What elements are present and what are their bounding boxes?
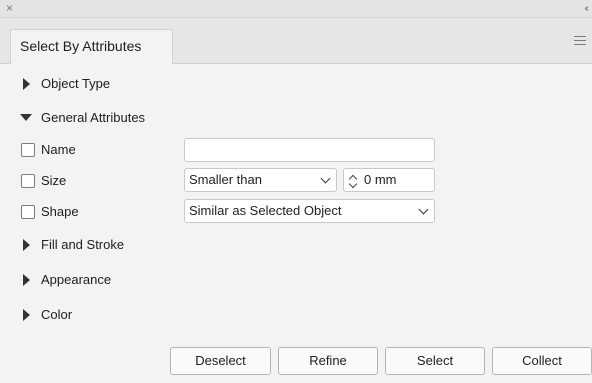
size-value: 0 mm: [364, 172, 397, 187]
shape-label: Shape: [41, 204, 79, 219]
select-button[interactable]: Select: [385, 347, 485, 375]
shape-comparison-value: Similar as Selected Object: [189, 203, 342, 218]
disclosure-triangle-icon: [23, 274, 30, 286]
collect-button[interactable]: Collect: [492, 347, 592, 375]
shape-comparison-dropdown[interactable]: Similar as Selected Object: [184, 199, 435, 223]
chevron-down-icon: [418, 204, 429, 215]
name-checkbox[interactable]: [21, 143, 35, 157]
tab-bar: Select By Attributes: [0, 18, 592, 64]
size-comparison-dropdown[interactable]: Smaller than: [184, 168, 337, 192]
size-label: Size: [41, 173, 67, 188]
tab-select-by-attributes[interactable]: Select By Attributes: [10, 29, 173, 64]
name-field[interactable]: [184, 138, 435, 162]
size-checkbox[interactable]: [21, 174, 35, 188]
close-icon[interactable]: ×: [6, 0, 13, 17]
disclosure-triangle-icon: [20, 114, 32, 121]
name-label: Name: [41, 142, 76, 157]
panel-title-bar: × ‹‹: [0, 0, 592, 18]
refine-button[interactable]: Refine: [278, 347, 378, 375]
chevron-down-icon: [320, 173, 331, 184]
size-comparison-value: Smaller than: [189, 172, 262, 187]
select-by-attributes-panel: × ‹‹ Select By Attributes Object Type Ge…: [0, 0, 592, 383]
disclosure-triangle-icon: [23, 239, 30, 251]
disclosure-triangle-icon: [23, 309, 30, 321]
size-stepper[interactable]: 0 mm: [343, 168, 435, 192]
shape-checkbox[interactable]: [21, 205, 35, 219]
stepper-down-icon[interactable]: [348, 179, 358, 189]
panel-menu-icon[interactable]: [574, 36, 586, 45]
collapse-panel-icon[interactable]: ‹‹: [584, 0, 588, 17]
deselect-button[interactable]: Deselect: [170, 347, 271, 375]
disclosure-triangle-icon: [23, 78, 30, 90]
